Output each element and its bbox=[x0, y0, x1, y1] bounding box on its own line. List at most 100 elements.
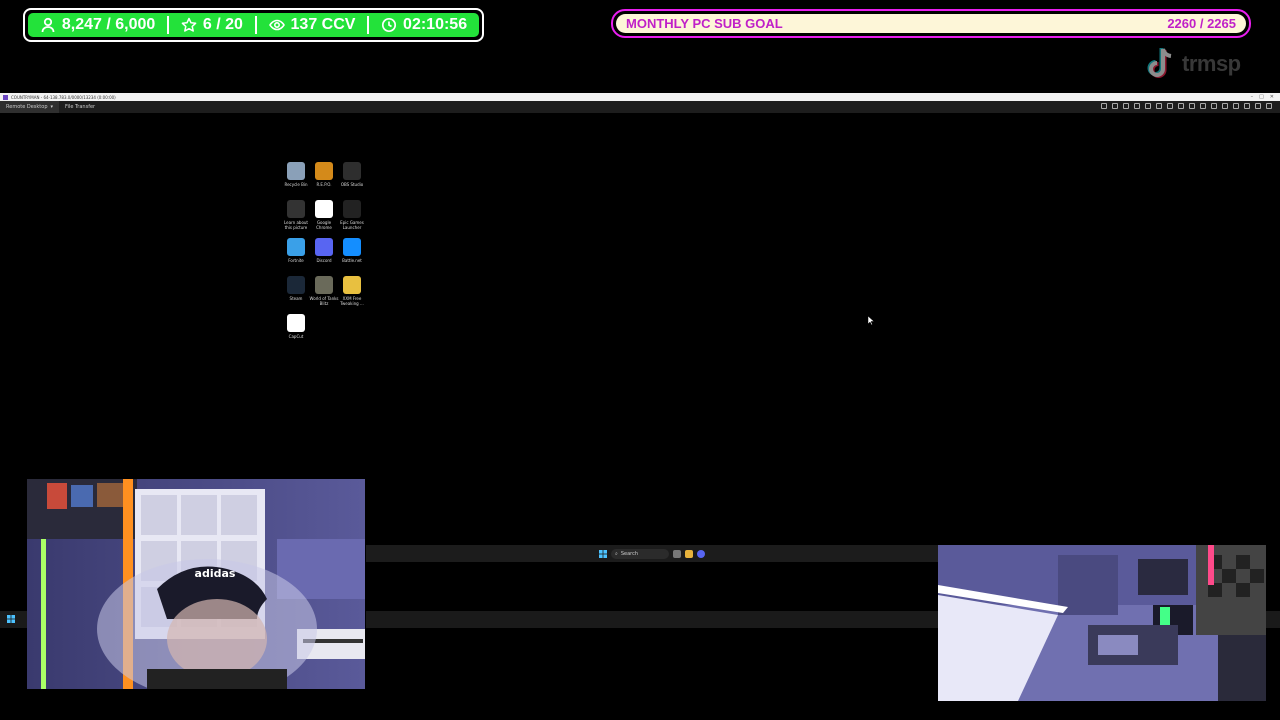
remote-tools bbox=[1101, 103, 1272, 109]
followers-value: 8,247 / 6,000 bbox=[61, 16, 156, 33]
mouse-cursor-icon bbox=[868, 316, 874, 325]
tool-icon[interactable] bbox=[1189, 103, 1195, 109]
file-explorer-icon[interactable] bbox=[685, 549, 693, 558]
tool-icon[interactable] bbox=[1255, 103, 1261, 109]
stream-stats-bar: 8,247 / 6,000 6 / 20 137 CCV 02:10:56 bbox=[23, 8, 484, 42]
discord-taskbar-icon[interactable] bbox=[697, 549, 705, 558]
desktop-icon-label: XXM Free Tweaking ... bbox=[340, 296, 364, 306]
remote-toolbar: Remote Desktop ▾ File Transfer bbox=[0, 101, 1280, 113]
tool-icon[interactable] bbox=[1134, 103, 1140, 109]
chrome-icon bbox=[315, 200, 333, 218]
divider bbox=[254, 16, 257, 34]
remote-taskbar: ⌕ Search bbox=[366, 545, 938, 562]
desktop-icon-label: World of Tanks Blitz bbox=[309, 296, 339, 306]
tool-icon[interactable] bbox=[1101, 103, 1107, 109]
tiktok-handle: trmsp bbox=[1182, 51, 1241, 76]
favorites-stat: 6 / 20 bbox=[181, 16, 243, 34]
followers-stat: 8,247 / 6,000 bbox=[40, 16, 155, 34]
tab-label: Remote Desktop bbox=[6, 104, 48, 110]
obs-icon bbox=[343, 162, 361, 180]
tool-icon[interactable] bbox=[1222, 103, 1228, 109]
desktop-icon-label: Google Chrome bbox=[316, 220, 332, 230]
divider bbox=[167, 16, 170, 34]
tool-icon[interactable] bbox=[1167, 103, 1173, 109]
desktop-icon-label: Battle.net bbox=[342, 258, 362, 263]
tool-icon[interactable] bbox=[1233, 103, 1239, 109]
battlenet-icon bbox=[343, 238, 361, 256]
desktop-icon[interactable]: Google Chrome bbox=[310, 200, 338, 234]
search-icon: ⌕ bbox=[615, 550, 618, 557]
clock-icon bbox=[381, 17, 397, 33]
epic-games-icon bbox=[343, 200, 361, 218]
tool-icon[interactable] bbox=[1211, 103, 1217, 109]
tool-icon[interactable] bbox=[1266, 103, 1272, 109]
camera-icon bbox=[287, 200, 305, 218]
fortnite-icon bbox=[287, 238, 305, 256]
maximize-icon[interactable]: □ bbox=[1259, 94, 1264, 100]
task-view-icon[interactable] bbox=[673, 549, 681, 558]
divider bbox=[367, 16, 370, 34]
desktop-icon-label: Learn about this picture bbox=[284, 220, 308, 230]
desktop-icon[interactable]: Epic Games Launcher bbox=[338, 200, 366, 234]
tab-label: File Transfer bbox=[65, 104, 96, 110]
desktop-icon[interactable]: Learn about this picture bbox=[282, 200, 310, 234]
tool-icon[interactable] bbox=[1200, 103, 1206, 109]
app-icon bbox=[3, 94, 8, 100]
chevron-down-icon: ▾ bbox=[50, 104, 54, 110]
windows-start-icon[interactable] bbox=[599, 549, 607, 558]
tiktok-icon bbox=[1147, 48, 1172, 78]
tool-icon[interactable] bbox=[1123, 103, 1129, 109]
timer-stat: 02:10:56 bbox=[381, 16, 467, 34]
timer-value: 02:10:56 bbox=[403, 16, 468, 33]
svg-text:adidas: adidas bbox=[195, 567, 236, 580]
desktop-icon-label: Steam bbox=[289, 296, 303, 301]
desktop-icon[interactable]: CapCut bbox=[282, 314, 310, 348]
desktop-icon[interactable]: OBS Studio bbox=[338, 162, 366, 196]
viewers-value: 137 CCV bbox=[290, 16, 356, 33]
viewers-stat: 137 CCV bbox=[268, 16, 356, 34]
capcut-icon bbox=[287, 314, 305, 332]
tab-remote-desktop[interactable]: Remote Desktop ▾ bbox=[0, 101, 60, 113]
desktop-icon[interactable]: Steam bbox=[282, 276, 310, 310]
taskbar-search-label: Search bbox=[620, 550, 638, 557]
repo-game-icon bbox=[315, 162, 333, 180]
close-icon[interactable]: ✕ bbox=[1270, 94, 1274, 100]
desktop-icon[interactable]: XXM Free Tweaking ... bbox=[338, 276, 366, 310]
desktop-icon-label: Discord bbox=[316, 258, 332, 263]
remote-window-titlebar[interactable]: COUNTRYMAN - 64-138.783.0/0000/13234 (0:… bbox=[0, 93, 1280, 101]
stream-overlay: 8,247 / 6,000 6 / 20 137 CCV 02:10:56 MO… bbox=[0, 0, 1280, 720]
tab-file-transfer[interactable]: File Transfer bbox=[59, 101, 101, 113]
folder-icon bbox=[343, 276, 361, 294]
desktop-icon-label: Epic Games Launcher bbox=[340, 220, 364, 230]
steam-icon bbox=[287, 276, 305, 294]
desktop-icon-label: R.E.P.O. bbox=[316, 182, 332, 187]
star-icon bbox=[181, 17, 197, 32]
desktop-icon-grid: Recycle Bin R.E.P.O. OBS Studio Learn about… bbox=[282, 162, 372, 348]
desktop-icon-label: Recycle Bin bbox=[284, 182, 308, 187]
tool-icon[interactable] bbox=[1112, 103, 1118, 109]
desktop-icon[interactable]: Battle.net bbox=[338, 238, 366, 272]
discord-icon bbox=[315, 238, 333, 256]
desktop-icon[interactable]: Discord bbox=[310, 238, 338, 272]
sub-goal-bar: MONTHLY PC SUB GOAL 2260 / 2265 bbox=[611, 9, 1251, 38]
desktop-icon[interactable]: R.E.P.O. bbox=[310, 162, 338, 196]
taskbar-search[interactable]: ⌕ Search bbox=[611, 548, 669, 559]
minimize-icon[interactable]: – bbox=[1251, 94, 1254, 100]
tool-icon[interactable] bbox=[1178, 103, 1184, 109]
desktop-icon[interactable]: Fortnite bbox=[282, 238, 310, 272]
sub-goal-title: MONTHLY PC SUB GOAL bbox=[626, 16, 783, 31]
desktop-icon[interactable]: World of Tanks Blitz bbox=[309, 276, 339, 310]
sub-goal-progress: 2260 / 2265 bbox=[1167, 16, 1236, 31]
desktop-icon-label: Fortnite bbox=[288, 258, 304, 263]
room-webcam bbox=[938, 545, 1266, 701]
desktop-icon-label: OBS Studio bbox=[340, 182, 364, 187]
desktop-icon[interactable]: Recycle Bin bbox=[282, 162, 310, 196]
wot-blitz-icon bbox=[315, 276, 333, 294]
eye-icon bbox=[268, 19, 285, 31]
streamer-webcam: adidas bbox=[27, 479, 365, 689]
person-icon bbox=[41, 17, 55, 33]
windows-start-icon[interactable] bbox=[7, 615, 15, 623]
tool-icon[interactable] bbox=[1145, 103, 1151, 109]
tool-icon[interactable] bbox=[1244, 103, 1250, 109]
tool-icon[interactable] bbox=[1156, 103, 1162, 109]
